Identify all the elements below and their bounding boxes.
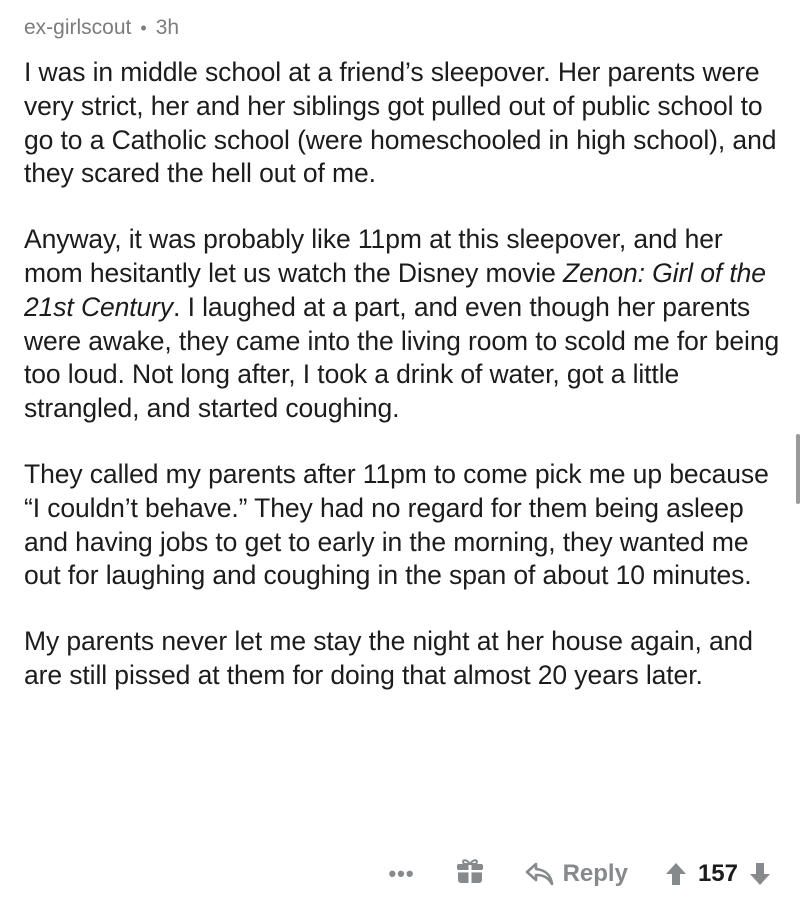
meta-separator: • <box>140 17 147 38</box>
comment-paragraph-1: I was in middle school at a friend’s sle… <box>24 57 777 189</box>
comment-timestamp[interactable]: 3h <box>156 16 179 40</box>
reply-button[interactable]: Reply <box>525 860 628 888</box>
reply-arrow-icon <box>525 862 553 886</box>
comment: ex-girlscout • 3h I was in middle school… <box>24 0 784 725</box>
more-options-button[interactable]: ••• <box>388 861 414 887</box>
give-award-button[interactable] <box>455 856 525 893</box>
vote-controls: 157 <box>664 860 772 888</box>
scrollbar-thumb[interactable] <box>796 434 800 504</box>
reply-label: Reply <box>562 860 628 887</box>
vote-score: 157 <box>697 860 738 887</box>
upvote-arrow-icon[interactable] <box>664 861 688 887</box>
username-link[interactable]: ex-girlscout <box>24 16 131 40</box>
comment-action-bar: ••• Reply 157 <box>388 852 772 896</box>
gift-icon <box>456 858 483 883</box>
comment-paragraph-3: They called my parents after 11pm to com… <box>24 458 769 591</box>
downvote-arrow-icon[interactable] <box>748 861 772 887</box>
comment-paragraph-4: My parents never let me stay the night a… <box>24 626 753 690</box>
comment-paragraph-2: Anyway, it was probably like 11pm at thi… <box>24 223 784 426</box>
comment-body: I was in middle school at a friend’s sle… <box>24 56 784 693</box>
comment-meta: ex-girlscout • 3h <box>24 14 784 42</box>
